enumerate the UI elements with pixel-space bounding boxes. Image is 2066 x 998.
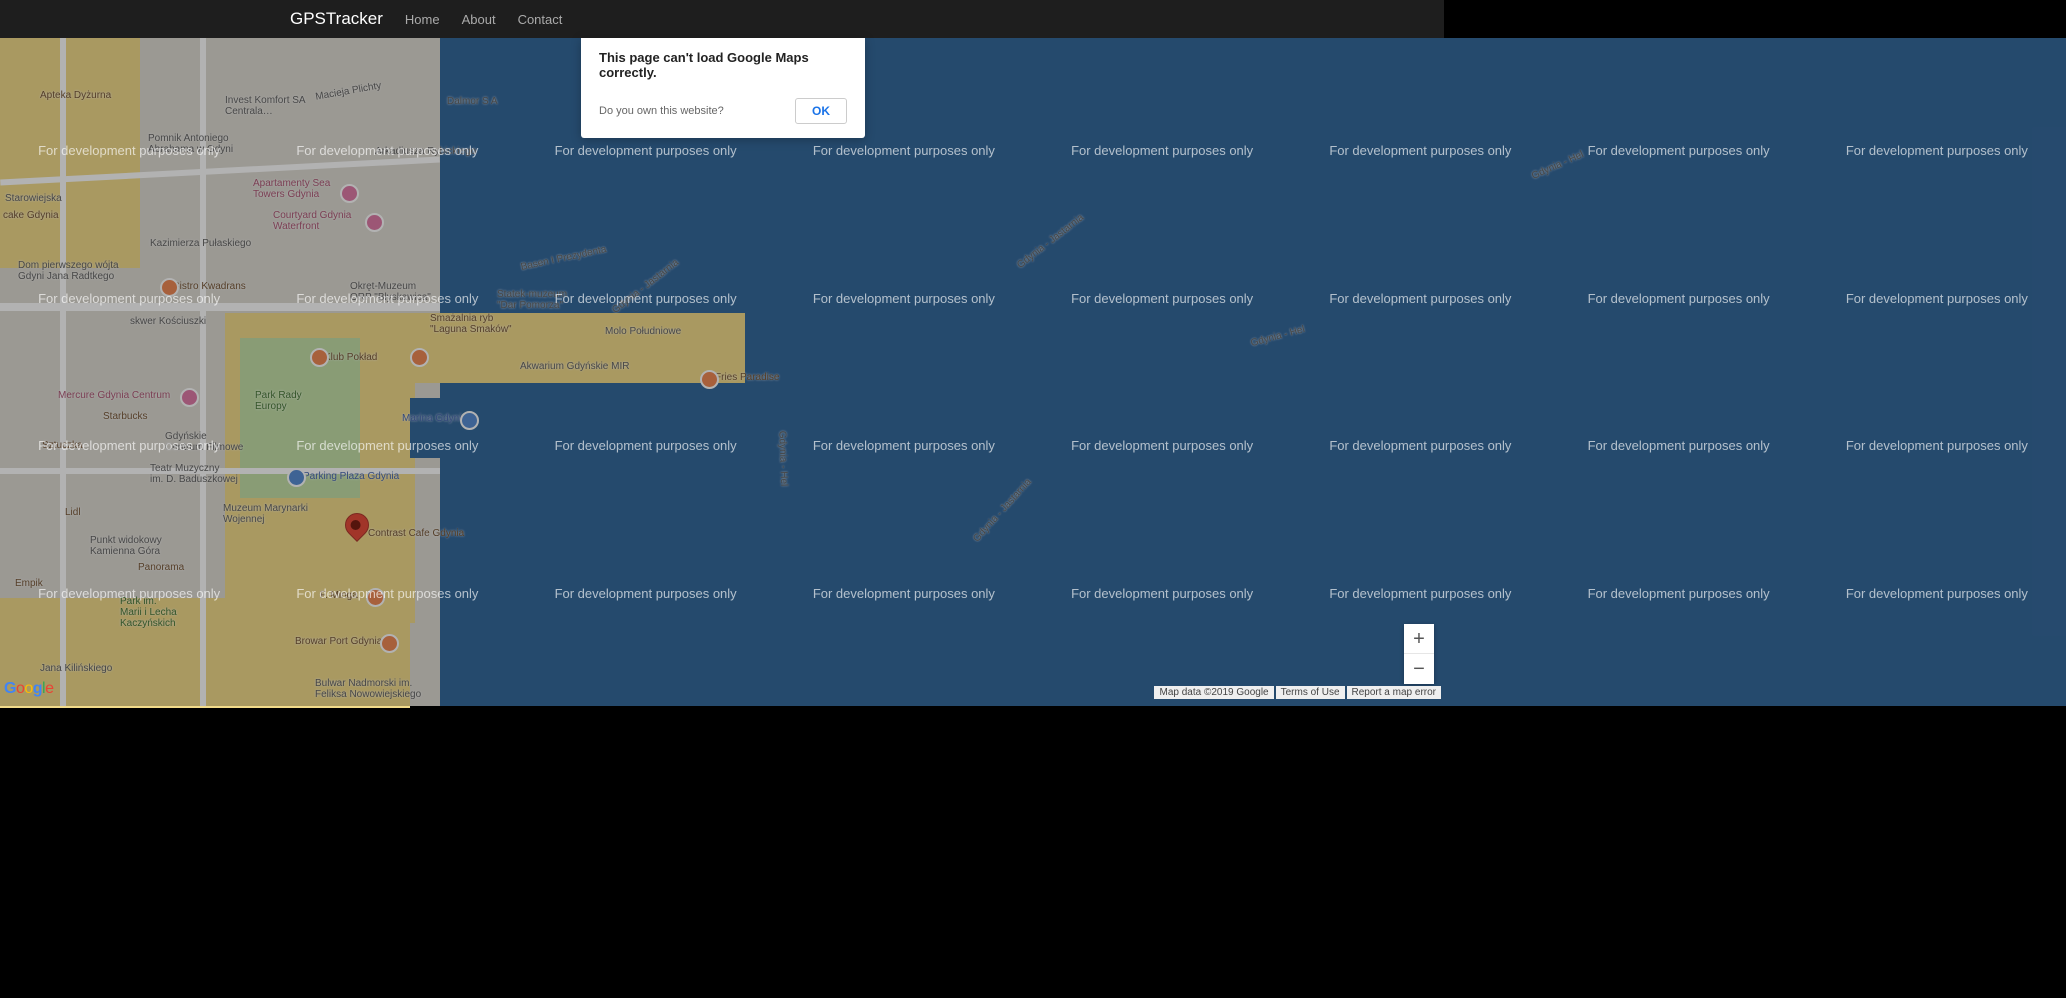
poi-marina: Marina Gdynia [402, 413, 467, 424]
poi-starbucks: Starbucks [103, 411, 147, 422]
poi-lidl: Lidl [65, 507, 81, 518]
poi-panorama: Panorama [138, 562, 184, 573]
poi-dot [410, 348, 429, 367]
poi-dot [460, 411, 479, 430]
poi-bulwar: Bulwar Nadmorski im. Feliksa Nowowiejski… [315, 678, 421, 700]
poi-dot [310, 348, 329, 367]
poi-teatr: Teatr Muzyczny im. D. Baduszkowej [150, 463, 238, 485]
poi-parking: Parking Plaza Gdynia [303, 471, 399, 482]
zoom-out-button[interactable]: − [1404, 654, 1434, 684]
poi-invest: Invest Komfort SA Centrala… [225, 95, 306, 117]
poi-cake: cake Gdynia [3, 210, 59, 221]
poi-courtyard: Courtyard Gdynia Waterfront [273, 210, 351, 232]
poi-filmowe: Gdyńskie Centrum Filmowe [165, 431, 243, 453]
poi-dalmor: Dalmor S A [447, 96, 498, 107]
attr-terms[interactable]: Terms of Use [1276, 686, 1345, 699]
poi-dot [366, 588, 385, 607]
poi-pomnik: Pomnik Antoniego Abrahama w Gdyni [148, 133, 233, 155]
poi-park-rady: Park Rady Europy [255, 390, 302, 412]
poi-mercure: Mercure Gdynia Centrum [58, 390, 170, 401]
poi-dot [380, 634, 399, 653]
ferry-jastarnia-1: Gdynia - Jastarnia [610, 257, 681, 316]
poi-widokowy: Punkt widokowy Kamienna Góra [90, 535, 162, 557]
poi-wojt: Dom pierwszego wójta Gdyni Jana Radtkego [18, 260, 119, 282]
maps-error-modal: This page can't load Google Maps correct… [581, 38, 865, 138]
ferry-jastarnia-3: Gdynia - Jastarnia [1015, 212, 1086, 271]
brand: GPSTracker [290, 9, 383, 29]
poi-park-marii: Park im. Marii i Lecha Kaczyńskich [120, 596, 177, 629]
street-starowiejska: Starowiejska [5, 193, 62, 204]
zoom-control: + − [1404, 624, 1434, 684]
street-kilinskiego: Jana Kilińskiego [40, 663, 112, 674]
ferry-hel-3: Gdynia - Hel [1530, 149, 1585, 182]
poi-dot [180, 388, 199, 407]
navbar: GPSTracker Home About Contact [0, 0, 1444, 38]
modal-question[interactable]: Do you own this website? [599, 105, 724, 117]
poi-empik: Empik [15, 578, 43, 589]
poi-apteka: Apteka Dyżurna [40, 90, 111, 101]
map-attribution: Map data ©2019 Google Terms of Use Repor… [1154, 686, 1441, 699]
poi-statek: Statek-muzeum "Dar Pomorza" [497, 289, 567, 311]
ferry-hel-2: Gdynia - Hel [1250, 324, 1307, 349]
poi-fries: Fries Paradise [715, 372, 779, 383]
map-tiles: Apteka Dyżurna Invest Komfort SA Central… [0, 38, 2066, 706]
poi-muzeum-mw: Muzeum Marynarki Wojennej [223, 503, 308, 525]
zoom-in-button[interactable]: + [1404, 624, 1434, 654]
poi-akwarium: Akwarium Gdyńskie MIR [520, 361, 629, 372]
nav-about[interactable]: About [462, 12, 496, 27]
attr-mapdata[interactable]: Map data ©2019 Google [1154, 686, 1273, 699]
attr-report[interactable]: Report a map error [1347, 686, 1441, 699]
poi-okret: Okręt-Muzeum ORP "Błyskawica" [350, 281, 431, 303]
poi-dot [700, 370, 719, 389]
nav-home[interactable]: Home [405, 12, 440, 27]
ferry-hel-1: Gdynia - Hel [776, 431, 789, 487]
modal-title: This page can't load Google Maps correct… [599, 50, 847, 80]
poi-dot [365, 213, 384, 232]
poi-molo: Molo Południowe [605, 326, 681, 337]
ferry-jastarnia-2: Gdynia - Jastarnia [971, 477, 1033, 545]
ok-button[interactable]: OK [795, 98, 847, 124]
poi-dot [340, 184, 359, 203]
map[interactable]: Apteka Dyżurna Invest Komfort SA Central… [0, 38, 2066, 706]
poi-bistro: Bistro Kwadrans [173, 281, 246, 292]
poi-kosciuszki: skwer Kościuszki [130, 316, 206, 327]
poi-poklad: Klub Pokład [324, 352, 377, 363]
poi-dot [287, 468, 306, 487]
street-pulaskiego: Kazimierza Pułaskiego [150, 238, 251, 249]
poi-minga: F. Minga [320, 590, 358, 601]
label-basen: Basen I Prezydenta [520, 244, 608, 273]
poi-dot [160, 278, 179, 297]
google-logo: Google [4, 680, 54, 698]
poi-smazalnia: Smażalnia ryb "Laguna Smaków" [430, 313, 512, 335]
poi-contrast: Contrast Cafe Gdynia [368, 528, 464, 539]
street-rybickiego: Arkadiusza Rybickiego [375, 146, 476, 157]
nav-contact[interactable]: Contact [518, 12, 563, 27]
poi-seatowers: Apartamenty Sea Towers Gdynia [253, 178, 330, 200]
poi-sztuczka: Sztuczka [42, 440, 83, 451]
poi-browar: Browar Port Gdynia [295, 636, 382, 647]
